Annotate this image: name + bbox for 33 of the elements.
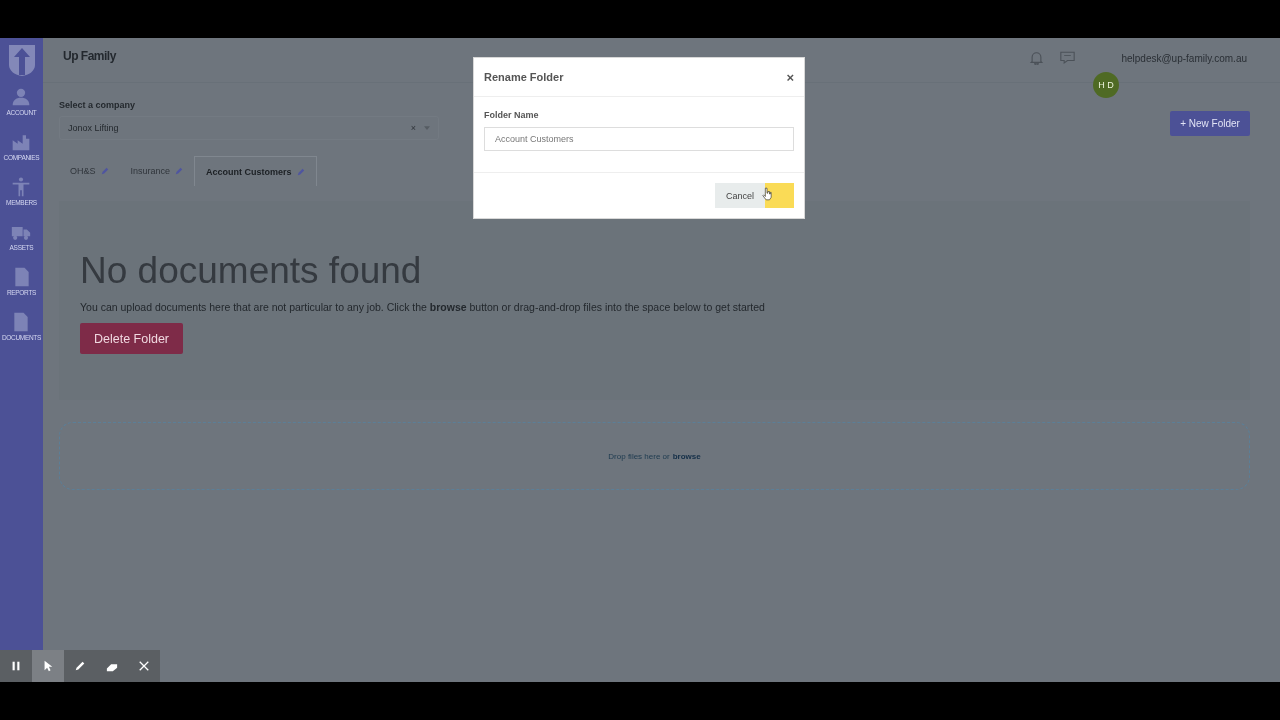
pen-icon [74, 660, 86, 672]
new-folder-button[interactable]: + New Folder [1170, 111, 1250, 136]
figure-icon [11, 177, 32, 197]
delete-folder-button[interactable]: Delete Folder [80, 323, 183, 354]
hand-cursor-icon [762, 187, 772, 201]
pointer-icon [42, 660, 54, 672]
person-icon [11, 87, 32, 107]
chat-icon[interactable] [1060, 51, 1076, 65]
dialog-title: Rename Folder [484, 71, 564, 83]
pause-icon [10, 660, 22, 672]
empty-text: You can upload documents here that are not particular to any job. Click the browse button or drag-and-drop files into the space below to get started [80, 301, 766, 313]
user-email[interactable]: helpdesk@up-family.com.au [1121, 52, 1247, 64]
close-button[interactable]: × [786, 69, 794, 85]
arrow-shield-icon [6, 43, 37, 77]
factory-icon [11, 132, 32, 152]
folder-tab[interactable]: Insurance [119, 156, 195, 186]
pointer-tool[interactable] [32, 650, 64, 682]
pencil-icon[interactable] [175, 167, 184, 175]
avatar[interactable]: H D [1093, 72, 1119, 98]
bell-icon[interactable] [1029, 51, 1045, 65]
folder-name-input[interactable]: Account Customers [484, 127, 794, 151]
folder-tab[interactable]: OH&S [59, 156, 120, 186]
field-label: Select a company [59, 100, 137, 110]
company-select[interactable]: Jonox Lifting × [59, 116, 439, 140]
empty-title: No documents found [80, 251, 423, 291]
field-label: Folder Name [484, 110, 540, 120]
browse-link[interactable]: browse [672, 451, 701, 461]
logo: Up Family [63, 49, 116, 63]
cancel-button[interactable]: Cancel [715, 183, 765, 208]
folder-tab[interactable]: Account Customers [194, 156, 317, 186]
pencil-icon[interactable] [296, 167, 305, 176]
close-icon [138, 660, 150, 672]
pencil-icon[interactable] [100, 167, 109, 175]
